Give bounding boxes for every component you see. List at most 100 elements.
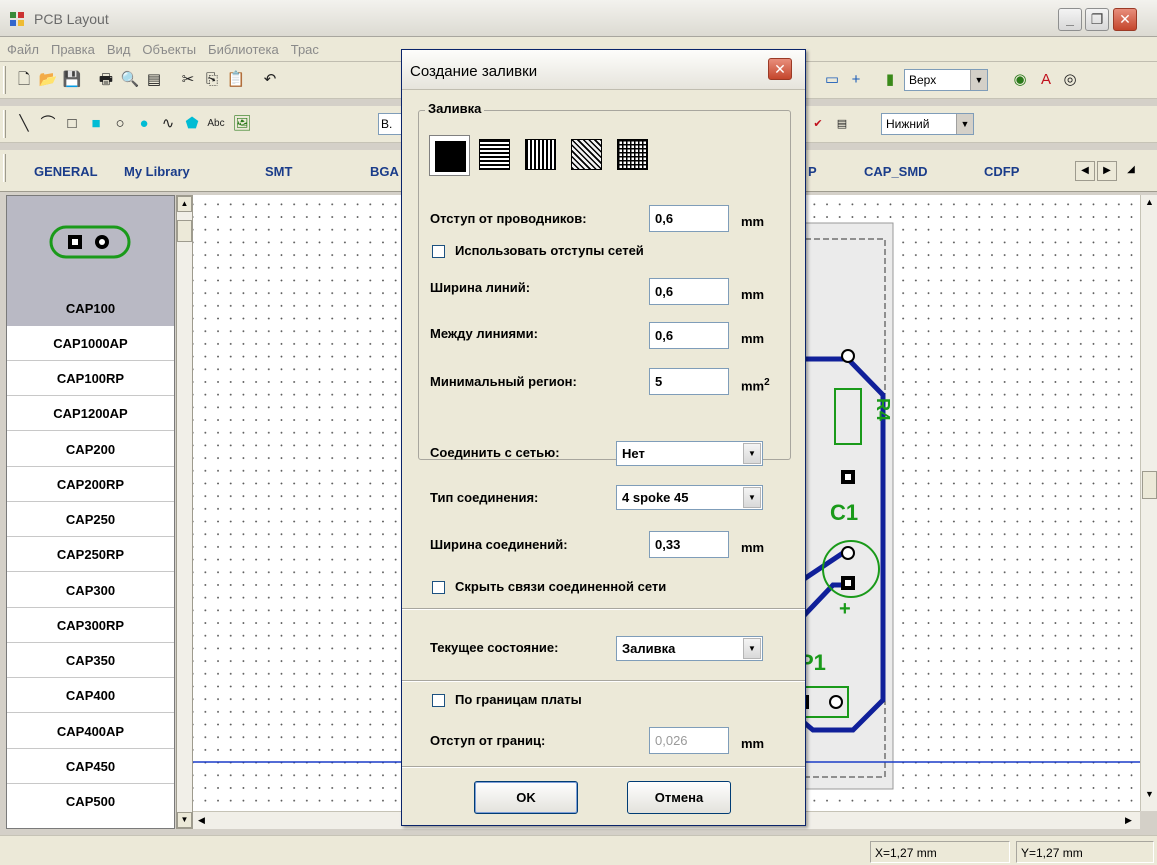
connection-type-select[interactable]: 4 spoke 45 ▼ (616, 485, 763, 510)
arc-tool-icon[interactable]: ⌒ (38, 114, 58, 134)
tab-general[interactable]: GENERAL (34, 164, 98, 179)
line-spacing-input[interactable]: 0,6 (649, 322, 729, 349)
minimize-button[interactable]: _ (1058, 8, 1082, 31)
polygon-tool-icon[interactable]: ⬟ (182, 114, 202, 134)
scroll-up-icon[interactable]: ▲ (1145, 197, 1154, 207)
picture-tool-icon[interactable]: 🖼 (232, 114, 252, 134)
bottom-layer-select[interactable]: Нижний ▼ (881, 113, 974, 135)
via-icon[interactable]: ◎ (1060, 70, 1080, 90)
new-file-icon[interactable]: 🗋 (14, 70, 34, 90)
menu-view[interactable]: Вид (100, 37, 136, 57)
panel-collapse-icon[interactable]: ◢ (1124, 161, 1138, 181)
list-item[interactable]: CAP200RP (7, 467, 174, 502)
toolbar-grip[interactable] (3, 154, 6, 182)
scroll-down-icon[interactable]: ▼ (1145, 789, 1154, 799)
pad-icon[interactable]: ◉ (1010, 70, 1030, 90)
min-region-input[interactable]: 5 (649, 368, 729, 395)
dialog-close-button[interactable]: ✕ (768, 58, 792, 80)
use-net-clearance-checkbox[interactable] (432, 245, 445, 258)
line-tool-icon[interactable]: ╲ (14, 114, 34, 134)
list-item[interactable]: CAP1200AP (7, 396, 174, 431)
menu-edit[interactable]: Правка (44, 37, 100, 57)
hide-ratlines-checkbox[interactable] (432, 581, 445, 594)
canvas-vertical-scrollbar[interactable]: ▲ ▼ (1140, 195, 1157, 811)
restore-icon: ❐ (1090, 11, 1104, 27)
tab-my-library[interactable]: My Library (124, 164, 190, 179)
menu-routing[interactable]: Трас (284, 37, 324, 57)
paste-icon[interactable]: 📋 (226, 70, 246, 90)
top-layer-select[interactable]: Верх ▼ (904, 69, 988, 91)
undo-icon[interactable]: ↶ (260, 70, 280, 90)
list-item[interactable]: CAP400AP (7, 714, 174, 749)
list-item[interactable]: CAP250 (7, 502, 174, 537)
tab-smt[interactable]: SMT (265, 164, 292, 179)
menu-file[interactable]: Файл (0, 37, 44, 57)
scroll-left-icon[interactable]: ◀ (198, 815, 205, 826)
filled-rectangle-tool-icon[interactable]: ■ (86, 114, 106, 134)
fill-solid-option[interactable] (429, 135, 470, 176)
list-item[interactable]: CAP500 (7, 784, 174, 819)
filled-ellipse-tool-icon[interactable]: ● (134, 114, 154, 134)
dialog-title-bar[interactable]: Создание заливки ✕ (402, 50, 805, 90)
copy-icon[interactable]: ⎘ (202, 70, 222, 90)
menu-objects[interactable]: Объекты (135, 37, 201, 57)
text-a-icon[interactable]: A (1036, 70, 1056, 90)
list-item[interactable]: CAP300RP (7, 608, 174, 643)
fill-vertical-option[interactable] (522, 136, 561, 175)
cancel-button[interactable]: Отмена (627, 781, 731, 814)
connect-net-select[interactable]: Нет ▼ (616, 441, 763, 466)
tab-scroll-left-icon[interactable]: ◀ (1075, 161, 1095, 181)
tab-bga[interactable]: BGA (370, 164, 399, 179)
line-width-input[interactable]: 0,6 (649, 278, 729, 305)
save-icon[interactable]: 💾 (62, 70, 82, 90)
menu-library[interactable]: Библиотека (201, 37, 284, 57)
fill-grid-option[interactable] (614, 136, 653, 175)
drc-check-icon[interactable]: ✔ (808, 114, 828, 134)
list-item[interactable]: CAP1000AP (7, 326, 174, 361)
scroll-right-icon[interactable]: ▶ (1125, 815, 1132, 826)
toolbar-grip[interactable] (3, 66, 6, 94)
scroll-thumb[interactable] (177, 220, 192, 242)
close-button[interactable]: ✕ (1113, 8, 1137, 31)
component-list-scrollbar[interactable]: ▲ ▼ (176, 195, 193, 829)
list-item[interactable]: CAP100RP (7, 361, 174, 396)
scroll-up-icon[interactable]: ▲ (177, 196, 192, 212)
cut-icon[interactable]: ✂ (178, 70, 198, 90)
text-tool-icon[interactable]: Abc (206, 114, 226, 134)
print-icon[interactable]: 🖶 (96, 70, 116, 90)
open-folder-icon[interactable]: 📂 (38, 70, 58, 90)
list-item[interactable]: CAP350 (7, 643, 174, 678)
tab-cap-smd[interactable]: CAP_SMD (864, 164, 928, 179)
list-item-selected[interactable]: CAP100 (7, 291, 174, 326)
by-board-outline-checkbox[interactable] (432, 694, 445, 707)
list-item[interactable]: CAP300 (7, 573, 174, 608)
print-preview-icon[interactable]: 🔍 (120, 70, 140, 90)
scroll-thumb[interactable] (1142, 471, 1157, 499)
board-icon[interactable]: ▭ (822, 70, 842, 90)
current-state-select[interactable]: Заливка ▼ (616, 636, 763, 661)
properties-icon[interactable]: ▤ (144, 70, 164, 90)
layer-icon[interactable]: ▮ (880, 70, 900, 90)
connection-width-input[interactable]: 0,33 (649, 531, 729, 558)
polyline-tool-icon[interactable]: ∿ (158, 114, 178, 134)
add-point-icon[interactable]: + (846, 70, 866, 90)
ellipse-tool-icon[interactable]: ○ (110, 114, 130, 134)
maximize-button[interactable]: ❐ (1085, 8, 1109, 31)
scroll-down-icon[interactable]: ▼ (177, 812, 192, 828)
list-item[interactable]: CAP450 (7, 749, 174, 784)
ok-button[interactable]: OK (474, 781, 578, 814)
tab-cdfp[interactable]: CDFP (984, 164, 1019, 179)
outline-offset-input[interactable]: 0,026 (649, 727, 729, 754)
list-item[interactable]: CAP250RP (7, 537, 174, 572)
list-item[interactable]: CAP400 (7, 678, 174, 713)
clearance-input[interactable]: 0,6 (649, 205, 729, 232)
toolbar-grip[interactable] (3, 110, 6, 138)
rectangle-tool-icon[interactable]: □ (62, 114, 82, 134)
partial-field[interactable]: B. (378, 113, 402, 135)
list-item[interactable]: CAP200 (7, 432, 174, 467)
tab-cap-partial[interactable]: P (808, 164, 817, 179)
tab-scroll-right-icon[interactable]: ▶ (1097, 161, 1117, 181)
fill-diagonal-option[interactable] (568, 136, 607, 175)
drc-report-icon[interactable]: ▤ (832, 114, 852, 134)
fill-horizontal-option[interactable] (476, 136, 515, 175)
